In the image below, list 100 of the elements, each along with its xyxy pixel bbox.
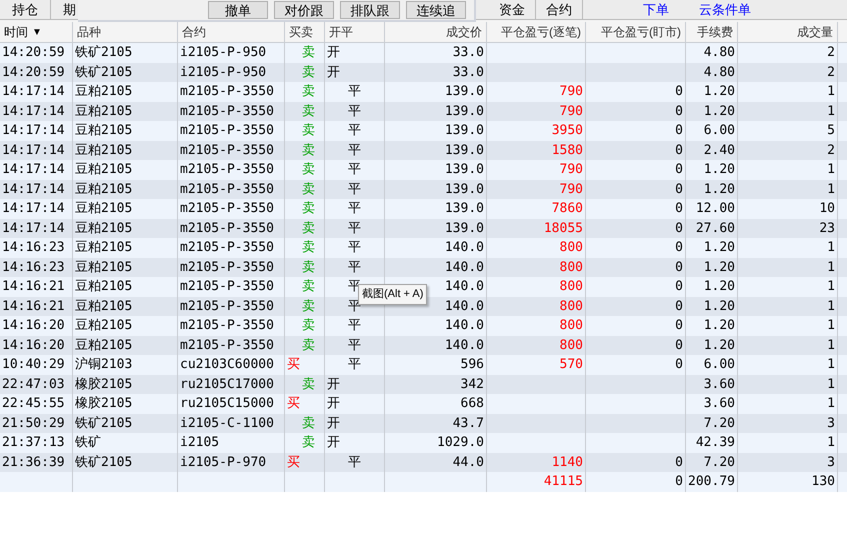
table-cell-text: 1 bbox=[827, 356, 835, 374]
table-cell-text: 1029.0 bbox=[437, 434, 484, 452]
table-cell-text: 0 bbox=[675, 200, 683, 218]
table-row[interactable]: 14:20:59 铁矿2105 i2105-P-950 卖 开 33.0 4.80 2 bbox=[0, 43, 847, 62]
table-cell-text: ru2105C15000 bbox=[180, 395, 274, 413]
table-cell-text: 平 bbox=[348, 239, 361, 257]
table-row[interactable]: 22:45:55 橡胶2105 ru2105C15000 买 开 668 3.60 1 bbox=[0, 394, 847, 414]
table-cell-text: i2105-C-1100 bbox=[180, 414, 274, 432]
table-cell-text: 豆粕2105 bbox=[75, 298, 132, 316]
table-cell-text: 790 bbox=[560, 161, 583, 179]
action-button[interactable]: 连续追 bbox=[406, 1, 466, 19]
action-button[interactable]: 撤单 bbox=[208, 1, 268, 19]
table-cell-text: 1 bbox=[827, 434, 835, 452]
table-cell-text: m2105-P-3550 bbox=[180, 122, 274, 140]
action-button[interactable]: 排队跟 bbox=[340, 1, 400, 19]
table-row[interactable]: 21:37:13 铁矿 i2105 卖 开 1029.0 42.39 1 bbox=[0, 433, 847, 452]
table-cell-text: 42.39 bbox=[696, 434, 735, 452]
table-cell-text: 1 bbox=[827, 317, 835, 335]
column-header[interactable]: 品种 bbox=[77, 23, 101, 41]
table-cell-text: 139.0 bbox=[444, 200, 484, 218]
table-row[interactable]: 14:17:14 豆粕2105 m2105-P-3550 卖 平 139.0 7860 0 12.00 10 bbox=[0, 199, 847, 218]
table-cell-text: 平 bbox=[348, 336, 361, 354]
tab[interactable]: 合约 bbox=[536, 0, 583, 19]
table-row[interactable]: 14:17:14 豆粕2105 m2105-P-3550 卖 平 139.0 790 0 1.20 1 bbox=[0, 180, 847, 199]
table-cell-text: 豆粕2105 bbox=[75, 180, 132, 198]
table-cell-text: m2105-P-3550 bbox=[180, 161, 274, 179]
table-cell-text: 1.20 bbox=[704, 239, 735, 257]
table-row[interactable]: 22:47:03 橡胶2105 ru2105C17000 卖 开 342 3.60 1 bbox=[0, 374, 847, 394]
table-cell-text: 卖 bbox=[302, 122, 315, 140]
table-row[interactable]: 14:16:20 豆粕2105 m2105-P-3550 卖 平 140.0 800 0 1.20 1 bbox=[0, 316, 847, 336]
table-row[interactable]: 21:50:29 铁矿2105 i2105-C-1100 卖 开 43.7 7.20 3 bbox=[0, 414, 847, 433]
tab[interactable]: 资金 bbox=[489, 0, 536, 19]
table-cell-text: 2.40 bbox=[704, 142, 735, 160]
column-header[interactable]: 合约 bbox=[182, 23, 206, 41]
table-cell-text: 豆粕2105 bbox=[75, 278, 132, 296]
table-cell-text: 14:17:14 bbox=[2, 83, 65, 101]
link[interactable]: 下单 bbox=[643, 0, 669, 20]
tab[interactable]: 持仓 bbox=[0, 0, 51, 19]
table-cell-text: 14:17:14 bbox=[2, 180, 65, 198]
table-row[interactable]: 14:17:14 豆粕2105 m2105-P-3550 卖 平 139.0 1580 0 2.40 2 bbox=[0, 140, 847, 160]
table-cell-text: 卖 bbox=[302, 180, 315, 198]
table-row[interactable]: 14:17:14 豆粕2105 m2105-P-3550 卖 平 139.0 790 0 1.20 1 bbox=[0, 82, 847, 102]
table-cell-text: 18055 bbox=[544, 220, 583, 238]
table-cell-text: 0 bbox=[675, 83, 683, 101]
table-cell-text: m2105-P-3550 bbox=[180, 336, 274, 354]
table-cell-text: 14:17:14 bbox=[2, 220, 65, 238]
table-cell-text: 14:16:21 bbox=[2, 278, 65, 296]
table-cell-text: 平 bbox=[348, 122, 361, 140]
table-row[interactable]: 14:17:14 豆粕2105 m2105-P-3550 卖 平 139.0 3950 0 6.00 5 bbox=[0, 121, 847, 140]
column-header[interactable]: 买卖 bbox=[289, 23, 313, 41]
table-cell-text: 800 bbox=[560, 278, 583, 296]
table-cell-text: 卖 bbox=[302, 298, 315, 316]
table-cell-text: 1 bbox=[827, 376, 835, 394]
table-cell-text: 开 bbox=[327, 64, 340, 82]
table-cell-text: 0 bbox=[675, 102, 683, 120]
table-cell-text: 140.0 bbox=[444, 239, 484, 257]
table-cell-text: 铁矿2105 bbox=[75, 454, 132, 472]
link[interactable]: 云条件单 bbox=[699, 0, 751, 20]
table-cell-text: 800 bbox=[560, 336, 583, 354]
table-row[interactable]: 10:40:29 沪铜2103 cu2103C60000 买 平 596 570 0 6.00 1 bbox=[0, 355, 847, 374]
table-cell-text: 3950 bbox=[552, 122, 583, 140]
table-cell-text: 1.20 bbox=[704, 298, 735, 316]
table-row[interactable]: 14:20:59 铁矿2105 i2105-P-950 卖 开 33.0 4.80 2 bbox=[0, 62, 847, 82]
table-cell-text: 139.0 bbox=[444, 220, 484, 238]
table-cell-text: 0 bbox=[675, 122, 683, 140]
table-cell-text: 卖 bbox=[302, 317, 315, 335]
table-cell-text: 0 bbox=[675, 278, 683, 296]
column-header[interactable]: 平仓盈亏(逐笔) bbox=[501, 23, 581, 41]
column-header[interactable]: 时间 bbox=[4, 23, 28, 41]
column-header[interactable]: 手续费 bbox=[697, 23, 733, 41]
table-cell-text: i2105-P-950 bbox=[180, 64, 266, 82]
table-cell-text: 平 bbox=[348, 180, 361, 198]
table-cell-text: 139.0 bbox=[444, 180, 484, 198]
action-button[interactable]: 对价跟 bbox=[274, 1, 334, 19]
column-header[interactable]: 成交量 bbox=[797, 23, 833, 41]
tooltip: 截图(Alt + A) bbox=[358, 284, 428, 304]
table-cell-text: 开 bbox=[327, 376, 340, 394]
table-row[interactable]: 14:16:23 豆粕2105 m2105-P-3550 卖 平 140.0 800 0 1.20 1 bbox=[0, 258, 847, 277]
column-header[interactable]: 平仓盈亏(盯市) bbox=[601, 23, 681, 41]
table-row[interactable]: 14:16:23 豆粕2105 m2105-P-3550 卖 平 140.0 800 0 1.20 1 bbox=[0, 238, 847, 258]
table-cell-text: 1.20 bbox=[704, 317, 735, 335]
table-cell-text: 33.0 bbox=[452, 64, 484, 82]
table-row[interactable]: 21:36:39 铁矿2105 i2105-P-970 买 平 44.0 1140 0 7.20 3 bbox=[0, 452, 847, 472]
table-cell-text: 0 bbox=[675, 317, 683, 335]
table-row[interactable]: 14:17:14 豆粕2105 m2105-P-3550 卖 平 139.0 790 0 1.20 1 bbox=[0, 160, 847, 180]
table-cell-text: 5 bbox=[827, 122, 835, 140]
table-cell-text: 1.20 bbox=[704, 83, 735, 101]
table-cell-text: 豆粕2105 bbox=[75, 258, 132, 276]
column-header[interactable]: 开平 bbox=[329, 23, 353, 41]
table-cell-text: 1.20 bbox=[704, 278, 735, 296]
table-cell-text: 开 bbox=[327, 414, 340, 432]
table-cell-text: 卖 bbox=[302, 64, 315, 82]
table-row[interactable]: 14:17:14 豆粕2105 m2105-P-3550 卖 平 139.0 18055 0 27.60 23 bbox=[0, 218, 847, 238]
table-cell-text: 800 bbox=[560, 317, 583, 335]
table-cell-text: 14:17:14 bbox=[2, 161, 65, 179]
table-cell-text: 0 bbox=[675, 356, 683, 374]
table-row[interactable]: 14:16:20 豆粕2105 m2105-P-3550 卖 平 140.0 800 0 1.20 1 bbox=[0, 336, 847, 355]
column-header[interactable]: 成交价 bbox=[446, 23, 482, 41]
table-cell-text: 豆粕2105 bbox=[75, 122, 132, 140]
table-row[interactable]: 14:17:14 豆粕2105 m2105-P-3550 卖 平 139.0 790 0 1.20 1 bbox=[0, 102, 847, 121]
